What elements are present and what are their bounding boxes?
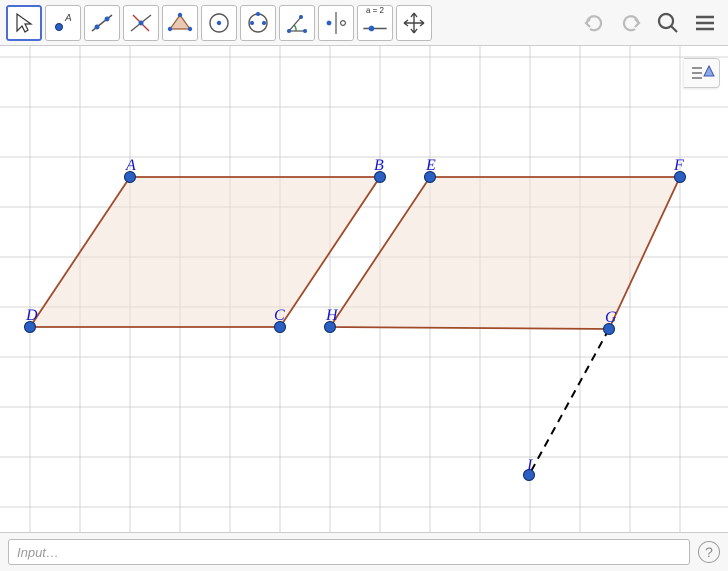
grid-svg xyxy=(0,46,728,532)
tool-move[interactable] xyxy=(6,5,42,41)
style-bar-toggle[interactable] xyxy=(684,58,720,88)
graphics-view[interactable]: ABCDEFGHI xyxy=(0,46,728,532)
point-D[interactable] xyxy=(25,322,36,333)
tool-slider[interactable]: a = 2 xyxy=(357,5,393,41)
tool-ellipse[interactable] xyxy=(240,5,276,41)
point-H[interactable] xyxy=(325,322,336,333)
point-I[interactable] xyxy=(524,470,535,481)
bottom-bar: ? xyxy=(0,532,728,571)
polygon-ABCD[interactable] xyxy=(30,177,380,327)
undo-button[interactable] xyxy=(577,6,611,40)
tool-reflect[interactable] xyxy=(318,5,354,41)
point-G[interactable] xyxy=(604,324,615,335)
polygon-EFGH[interactable] xyxy=(330,177,680,329)
tool-perpendicular[interactable] xyxy=(123,5,159,41)
search-button[interactable] xyxy=(651,6,685,40)
point-A[interactable] xyxy=(125,172,136,183)
point-E[interactable] xyxy=(425,172,436,183)
slider-label: a = 2 xyxy=(366,6,384,15)
menu-button[interactable] xyxy=(688,6,722,40)
tool-line[interactable] xyxy=(84,5,120,41)
tool-polygon[interactable] xyxy=(162,5,198,41)
segment-GI[interactable] xyxy=(529,329,609,475)
toolbar: A a = 2 xyxy=(0,0,728,46)
input-bar[interactable] xyxy=(8,539,690,565)
help-button[interactable]: ? xyxy=(698,541,720,563)
tool-move-view[interactable] xyxy=(396,5,432,41)
point-B[interactable] xyxy=(375,172,386,183)
point-F[interactable] xyxy=(675,172,686,183)
tool-circle[interactable] xyxy=(201,5,237,41)
tool-angle[interactable] xyxy=(279,5,315,41)
tool-point[interactable]: A xyxy=(45,5,81,41)
redo-button[interactable] xyxy=(614,6,648,40)
point-C[interactable] xyxy=(275,322,286,333)
svg-text:A: A xyxy=(64,13,72,24)
